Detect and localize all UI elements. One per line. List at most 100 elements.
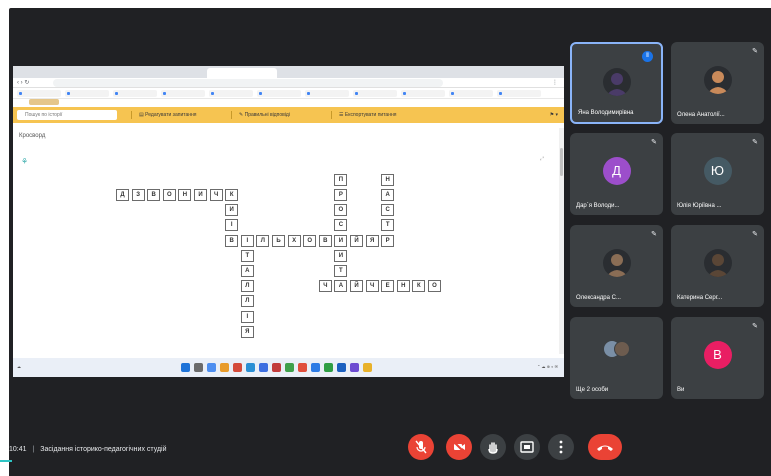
weather-widget[interactable]: ☁ xyxy=(17,364,21,369)
bookmark-item[interactable] xyxy=(497,90,541,97)
crossword-cell[interactable]: Т xyxy=(381,219,395,232)
participant-tile[interactable]: ✎ Катерина Серг... xyxy=(671,225,764,307)
participant-tile[interactable]: ✎ Олександра С... xyxy=(570,225,663,307)
crossword-cell[interactable]: Ч xyxy=(365,280,379,293)
app-icon[interactable] xyxy=(350,363,359,372)
crossword-cell[interactable]: И xyxy=(225,204,239,217)
crossword-cell[interactable]: В xyxy=(318,234,332,247)
browser-tab[interactable] xyxy=(79,68,141,78)
hangup-button[interactable] xyxy=(588,434,622,460)
participant-tile[interactable]: В ✎ Ви xyxy=(671,317,764,399)
nav-arrows-icon[interactable]: ‹ › ↻ xyxy=(17,79,29,86)
bookmark-item[interactable] xyxy=(17,90,61,97)
participant-tile[interactable]: Ще 2 особи xyxy=(570,317,663,399)
bookmark-item[interactable] xyxy=(65,90,109,97)
crossword-cell[interactable]: Т xyxy=(334,265,348,277)
toolbar-settings-icon[interactable]: ⚑ ▾ xyxy=(550,110,558,120)
crossword-cell[interactable]: О xyxy=(303,234,317,247)
participant-tile[interactable]: Д ✎ Дар`я Володи... xyxy=(570,133,663,215)
bookmark-item[interactable] xyxy=(305,90,349,97)
browser-tab[interactable] xyxy=(343,68,405,78)
crossword-cell[interactable]: Ч xyxy=(209,189,223,201)
app-icon[interactable] xyxy=(272,363,281,372)
export-button[interactable]: ☰ Експортувати питання xyxy=(339,110,396,120)
crossword-cell[interactable]: П xyxy=(334,173,348,186)
collapse-icon[interactable]: ⤢ xyxy=(540,156,544,162)
app-icon[interactable] xyxy=(337,363,346,372)
correct-answers-button[interactable]: ✎ Правильні відповіді xyxy=(239,110,290,120)
crossword-cell[interactable]: О xyxy=(334,204,348,217)
crossword-cell[interactable]: Я xyxy=(240,325,254,338)
page-scrollbar[interactable] xyxy=(559,128,564,354)
browser-tab[interactable] xyxy=(143,68,205,78)
crossword-cell[interactable]: З xyxy=(131,189,145,201)
mic-toggle-button[interactable] xyxy=(408,434,434,460)
crossword-cell[interactable]: И xyxy=(194,189,207,201)
crossword-cell[interactable]: В xyxy=(147,189,161,201)
crossword-cell[interactable]: К xyxy=(225,189,239,201)
crossword-cell[interactable]: Н xyxy=(178,189,192,201)
app-icon[interactable] xyxy=(363,363,372,372)
bookmark-item[interactable] xyxy=(401,90,445,97)
browser-tab[interactable] xyxy=(407,68,469,78)
page-search-input[interactable]: Пошук по історії xyxy=(17,110,117,120)
present-button[interactable] xyxy=(514,434,540,460)
browser-tab[interactable] xyxy=(15,68,77,78)
crossword-cell[interactable]: Х xyxy=(287,234,301,247)
bookmark-item[interactable] xyxy=(353,90,397,97)
crossword-cell[interactable]: Р xyxy=(381,234,395,247)
address-field[interactable] xyxy=(53,79,443,87)
system-tray[interactable]: ⌃ ☁ ⊕ ◐ ✉ xyxy=(537,364,558,369)
crossword-cell[interactable]: Р xyxy=(334,189,348,201)
crossword-cell[interactable]: Ь xyxy=(272,234,285,247)
crossword-cell[interactable]: С xyxy=(381,204,395,217)
crossword-cell[interactable]: Т xyxy=(240,249,254,262)
crossword-cell[interactable]: Л xyxy=(240,295,254,308)
bookmark-item[interactable] xyxy=(449,90,493,97)
browser-tab-active[interactable] xyxy=(207,68,277,78)
crossword-cell[interactable]: О xyxy=(428,280,441,293)
crossword-cell[interactable]: А xyxy=(240,265,254,277)
crossword-cell[interactable]: А xyxy=(334,280,348,293)
crossword-cell[interactable]: А xyxy=(381,189,395,201)
search-icon[interactable] xyxy=(194,363,203,372)
bookmark-item[interactable] xyxy=(113,90,157,97)
crossword-cell[interactable]: С xyxy=(334,219,348,232)
crossword-cell[interactable]: Й xyxy=(350,234,363,247)
crossword-cell[interactable]: Л xyxy=(240,280,254,293)
crossword-cell[interactable]: В xyxy=(225,234,239,247)
participant-tile[interactable]: Ю ✎ Юлія Юріївна ... xyxy=(671,133,764,215)
crossword-cell[interactable]: Н xyxy=(381,173,395,186)
app-icon[interactable] xyxy=(324,363,333,372)
word-icon[interactable] xyxy=(259,363,268,372)
app-icon[interactable] xyxy=(285,363,294,372)
raise-hand-button[interactable] xyxy=(480,434,506,460)
folder-icon[interactable] xyxy=(220,363,229,372)
crossword-cell[interactable]: Н xyxy=(396,280,410,293)
browser-menu-icon[interactable]: ⋮ xyxy=(552,79,558,86)
camera-toggle-button[interactable] xyxy=(446,434,472,460)
crossword-cell[interactable]: Д xyxy=(116,189,129,201)
crossword-cell[interactable]: І xyxy=(225,219,239,232)
crossword-cell[interactable]: Й xyxy=(350,280,363,293)
crossword-cell[interactable]: Ч xyxy=(318,280,332,293)
browser-tab[interactable] xyxy=(279,68,341,78)
crossword-cell[interactable]: О xyxy=(162,189,176,201)
bookmark-item[interactable] xyxy=(257,90,301,97)
app-icon[interactable] xyxy=(233,363,242,372)
crossword-cell[interactable]: І xyxy=(240,234,254,247)
participant-tile[interactable]: ✎ Олена Анатолії... xyxy=(671,42,764,124)
crossword-cell[interactable]: И xyxy=(334,249,348,262)
taskview-icon[interactable] xyxy=(207,363,216,372)
crossword-cell[interactable]: Е xyxy=(381,280,395,293)
crossword-cell[interactable]: Я xyxy=(365,234,379,247)
more-options-button[interactable] xyxy=(548,434,574,460)
app-icon[interactable] xyxy=(311,363,320,372)
participant-tile[interactable]: ⦀ Яна Володимирівна xyxy=(570,42,663,124)
scroll-thumb[interactable] xyxy=(560,148,563,176)
edge-icon[interactable] xyxy=(246,363,255,372)
chrome-icon[interactable] xyxy=(298,363,307,372)
crossword-cell[interactable]: К xyxy=(412,280,426,293)
crossword-cell[interactable]: Л xyxy=(256,234,270,247)
bookmark-item[interactable] xyxy=(209,90,253,97)
